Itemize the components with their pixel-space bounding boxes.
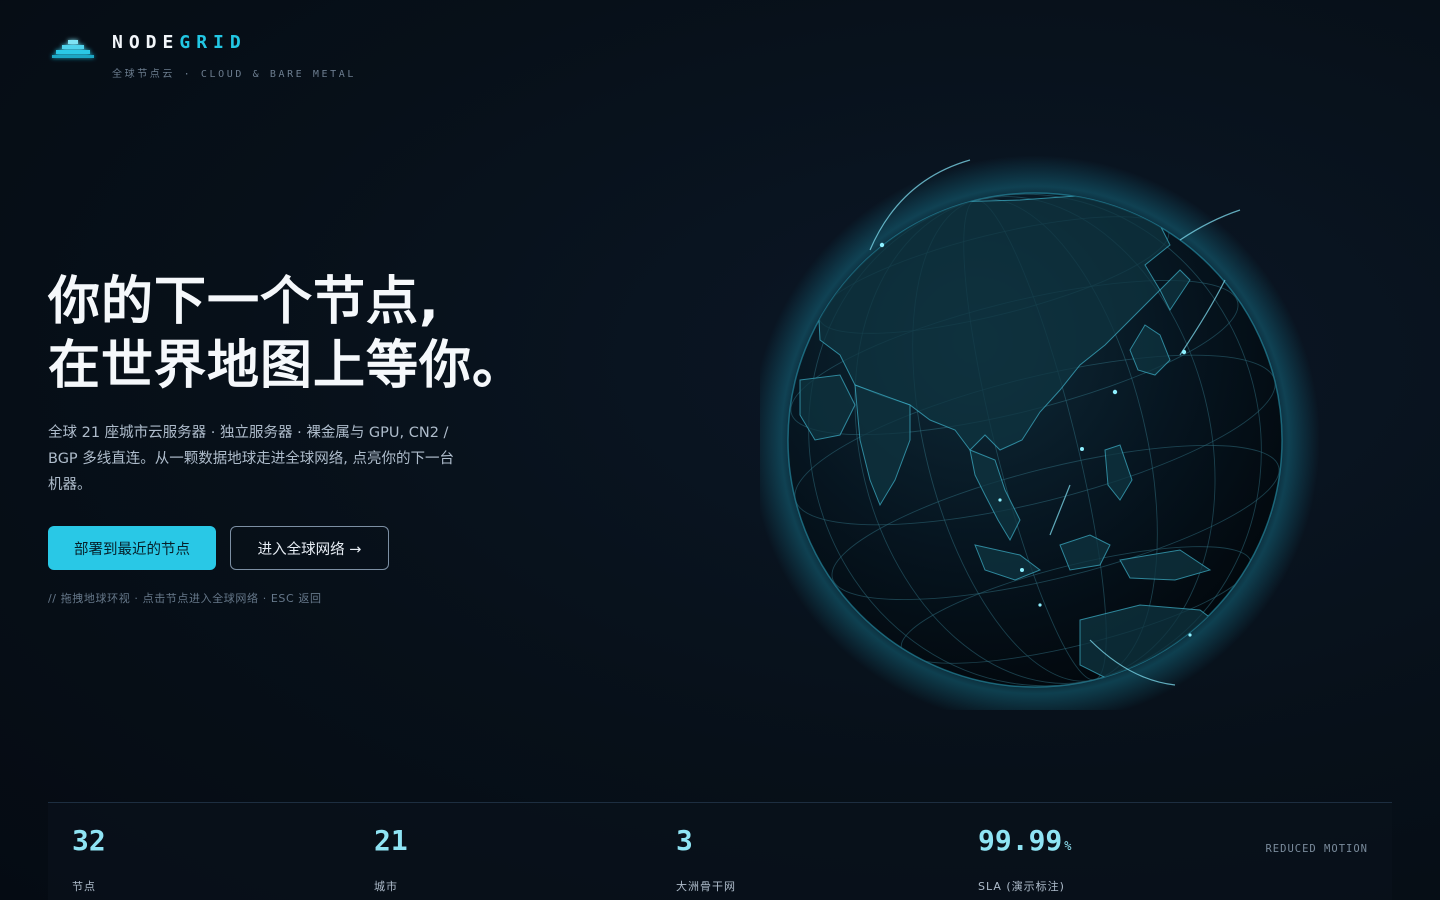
stat-label: 大洲骨干网: [676, 880, 736, 893]
brand-name-primary: NODE: [112, 32, 180, 53]
stat-label: 节点: [72, 880, 96, 893]
stat-value: 21: [374, 821, 410, 866]
hero-title-line-2: 在世界地图上等你。: [48, 336, 526, 396]
stacked-server-icon: [52, 40, 94, 58]
brand-text: NODEGRID 全球节点云 · CLOUD & BARE METAL: [112, 30, 356, 80]
stat-value: 32: [72, 821, 108, 866]
stat-value: 99.99%: [978, 821, 1072, 866]
brand[interactable]: NODEGRID 全球节点云 · CLOUD & BARE METAL: [48, 30, 356, 80]
stat-backbone: 3 大洲骨干网: [676, 821, 736, 894]
reduced-motion-toggle[interactable]: REDUCED MOTION: [1265, 843, 1368, 855]
hero-title: 你的下一个节点, 在世界地图上等你。: [48, 270, 588, 398]
earth-globe-icon[interactable]: [750, 150, 1320, 725]
stat-number: 99.99: [978, 824, 1063, 857]
stat-value: 3: [676, 821, 736, 866]
stats-bar: 32 节点 21 城市 3 大洲骨干网 99.99% SLA (演示标注) RE…: [48, 802, 1392, 900]
brand-name-accent: GRID: [179, 32, 247, 53]
stat-cities: 21 城市: [374, 821, 410, 894]
globe[interactable]: [750, 150, 1320, 725]
interaction-hint: // 拖拽地球环视 · 点击节点进入全球网络 · ESC 返回: [48, 592, 322, 605]
stat-sla: 99.99% SLA (演示标注): [978, 821, 1072, 894]
stat-number: 32: [72, 824, 106, 857]
page: NODEGRID 全球节点云 · CLOUD & BARE METAL 你的下一…: [0, 0, 1440, 900]
stat-number: 3: [676, 824, 693, 857]
deploy-nearest-node-button[interactable]: 部署到最近的节点: [48, 526, 216, 570]
stat-number: 21: [374, 824, 408, 857]
hero-section: 你的下一个节点, 在世界地图上等你。 全球 21 座城市云服务器 · 独立服务器…: [48, 270, 588, 606]
brand-tagline: 全球节点云 · CLOUD & BARE METAL: [112, 69, 357, 80]
stat-nodes: 32 节点: [72, 821, 108, 894]
stat-label: SLA (演示标注): [978, 880, 1065, 893]
hero-description: 全球 21 座城市云服务器 · 独立服务器 · 裸金属与 GPU, CN2 / …: [48, 425, 454, 493]
enter-global-network-button[interactable]: 进入全球网络 →: [230, 526, 389, 570]
hero-actions: 部署到最近的节点 进入全球网络 →: [48, 526, 588, 570]
hero-title-line-1: 你的下一个节点,: [48, 272, 440, 332]
brand-name: NODEGRID: [112, 30, 356, 56]
stat-unit: %: [1064, 839, 1072, 853]
stat-label: 城市: [374, 880, 398, 893]
